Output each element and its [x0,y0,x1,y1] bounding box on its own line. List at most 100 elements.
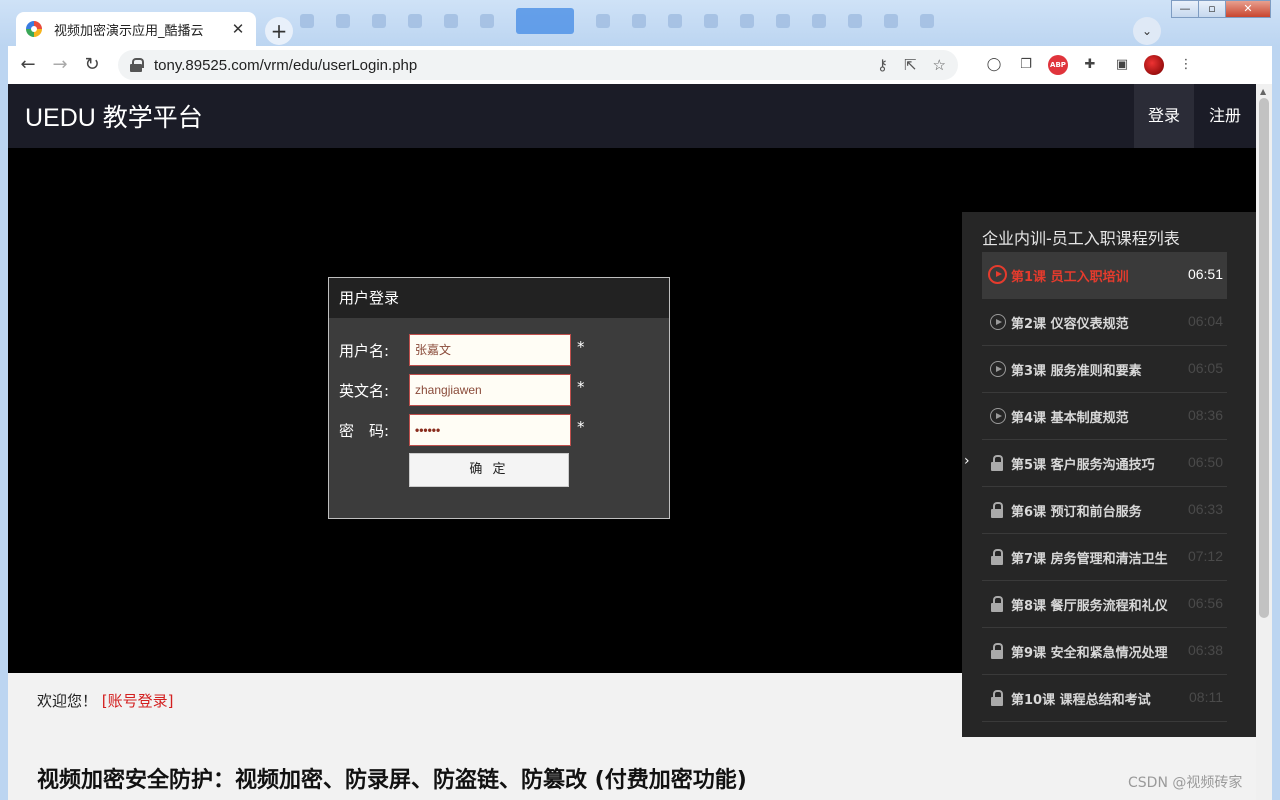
course-title: 第7课 房务管理和清洁卫生 [1011,552,1168,567]
new-tab-button[interactable]: + [265,17,293,45]
course-duration: 06:05 [1187,360,1223,376]
lock-icon[interactable] [130,58,144,72]
lock-icon [990,643,1006,659]
course-duration: 08:36 [1187,407,1223,423]
background-tab-icon[interactable] [516,8,574,34]
course-list-panel: 企业内训-员工入职课程列表 › 第1课 员工入职培训 06:51 第2课 仪容仪表规… [962,212,1256,737]
course-item[interactable]: 第7课 房务管理和清洁卫生 07:12 [982,534,1227,581]
course-item[interactable]: 第2课 仪容仪表规范 06:04 [982,299,1227,346]
menu-icon[interactable]: ⋮ [1176,55,1196,75]
key-icon[interactable]: ⚷ [877,56,888,74]
required-mark: * [577,338,585,356]
background-tab-icon[interactable] [480,14,494,28]
scroll-thumb[interactable] [1259,98,1269,618]
login-dialog: 用户登录 用户名: 张嘉文 * 英文名: zhangjiawen * 密 码: … [328,277,670,519]
back-icon[interactable]: ← [16,53,40,77]
background-tab-icon[interactable] [668,14,682,28]
course-item[interactable]: 第8课 餐厅服务流程和礼仪 06:56 [982,581,1227,628]
site-brand[interactable]: UEDU 教学平台 [25,98,203,134]
welcome-text: 欢迎您！ [37,692,98,710]
course-item[interactable]: 第9课 安全和紧急情况处理 06:38 [982,628,1227,675]
background-tab-icon[interactable] [444,14,458,28]
course-title: 第1课 员工入职培训 [1011,270,1129,285]
course-title: 第4课 基本制度规范 [1011,411,1129,426]
close-tab-icon[interactable]: ✕ [230,20,246,38]
share-icon[interactable]: ⇱ [904,56,917,74]
background-tab-icon[interactable] [740,14,754,28]
background-tab-icon[interactable] [632,14,646,28]
puzzle-icon[interactable]: ✚ [1080,55,1100,75]
page-scrollbar[interactable]: ▲ [1256,84,1272,800]
background-tab-icon[interactable] [812,14,826,28]
background-tab-icon[interactable] [920,14,934,28]
window-controls: — ▫ ✕ [1171,0,1271,18]
course-title: 第9课 安全和紧急情况处理 [1011,646,1168,661]
forward-icon[interactable]: → [48,53,72,77]
course-list: 第1课 员工入职培训 06:51 第2课 仪容仪表规范 06:04 第3课 服务准则和要… [982,252,1227,722]
site-header: UEDU 教学平台 登录 注册 [8,84,1256,148]
background-tab-icon[interactable] [300,14,314,28]
background-tab-icon[interactable] [776,14,790,28]
english-name-label: 英文名: [339,382,390,400]
profile-avatar[interactable] [1144,55,1164,75]
scroll-up-icon[interactable]: ▲ [1260,87,1266,96]
background-tab-icon[interactable] [336,14,350,28]
background-tab-icon[interactable] [704,14,718,28]
required-mark: * [577,418,585,436]
password-row: 密 码: •••••• * [329,414,669,448]
nav-login-link[interactable]: 登录 [1134,84,1194,148]
nav-register-link[interactable]: 注册 [1195,84,1255,148]
browser-tab[interactable]: 视频加密演示应用_酷播云 ✕ [16,12,256,46]
course-duration: 06:38 [1187,642,1223,658]
site-favicon-icon [26,21,42,37]
background-tab-icon[interactable] [372,14,386,28]
extension-icon[interactable]: ❐ [1016,55,1036,75]
course-item[interactable]: 第1课 员工入职培训 06:51 [982,252,1227,299]
background-tab-icon[interactable] [848,14,862,28]
lock-icon [990,690,1006,706]
video-player[interactable]: 用户登录 用户名: 张嘉文 * 英文名: zhangjiawen * 密 码: … [8,148,1256,737]
adblock-icon[interactable]: ABP [1048,55,1068,75]
course-item[interactable]: 第4课 基本制度规范 08:36 [982,393,1227,440]
window-close-icon[interactable]: ✕ [1225,0,1271,18]
course-duration: 06:51 [1187,266,1223,282]
course-item[interactable]: 第6课 预订和前台服务 06:33 [982,487,1227,534]
bookmark-star-icon[interactable]: ☆ [933,56,946,74]
course-title: 第6课 预订和前台服务 [1011,505,1142,520]
chevron-right-icon[interactable]: › [964,453,970,469]
maximize-icon[interactable]: ▫ [1198,0,1226,18]
background-tab-icon[interactable] [408,14,422,28]
background-tab-icon[interactable] [596,14,610,28]
tab-search-icon[interactable]: ⌄ [1133,17,1161,45]
url-text[interactable]: tony.89525.com/vrm/edu/userLogin.php [154,57,861,74]
reload-icon[interactable]: ↻ [80,53,104,77]
course-duration: 06:56 [1187,595,1223,611]
welcome-line: 欢迎您！ [账号登录] [37,690,174,711]
submit-button[interactable]: 确 定 [409,453,569,487]
lock-icon [990,596,1006,612]
course-item[interactable]: 第10课 课程总结和考试 08:11 [982,675,1227,722]
password-input[interactable]: •••••• [409,414,571,446]
tab-title: 视频加密演示应用_酷播云 [54,23,204,39]
side-panel-icon[interactable]: ▣ [1112,55,1132,75]
minimize-icon[interactable]: — [1171,0,1199,18]
play-circle-icon [990,361,1006,377]
english-name-input[interactable]: zhangjiawen [409,374,571,406]
course-item[interactable]: 第5课 客户服务沟通技巧 06:50 [982,440,1227,487]
dialog-title: 用户登录 [329,278,669,318]
course-duration: 08:11 [1189,689,1223,705]
background-tab-icon[interactable] [884,14,898,28]
extension-icon[interactable]: ◯ [984,55,1004,75]
english-name-row: 英文名: zhangjiawen * [329,374,669,408]
account-login-link[interactable]: [账号登录] [102,692,174,710]
window-border [0,46,8,800]
browser-toolbar: ← → ↻ tony.89525.com/vrm/edu/userLogin.p… [8,46,1272,84]
page-headline: 视频加密安全防护：视频加密、防录屏、防盗链、防篡改 (付费加密功能) [37,768,747,793]
browser-tab-strip: 视频加密演示应用_酷播云 ✕ + ⌄ — ▫ ✕ [0,0,1280,46]
username-label: 用户名: [339,342,390,360]
address-bar[interactable]: tony.89525.com/vrm/edu/userLogin.php ⚷ ⇱… [118,50,958,80]
course-duration: 06:04 [1187,313,1223,329]
course-duration: 07:12 [1187,548,1223,564]
username-input[interactable]: 张嘉文 [409,334,571,366]
course-item[interactable]: 第3课 服务准则和要素 06:05 [982,346,1227,393]
